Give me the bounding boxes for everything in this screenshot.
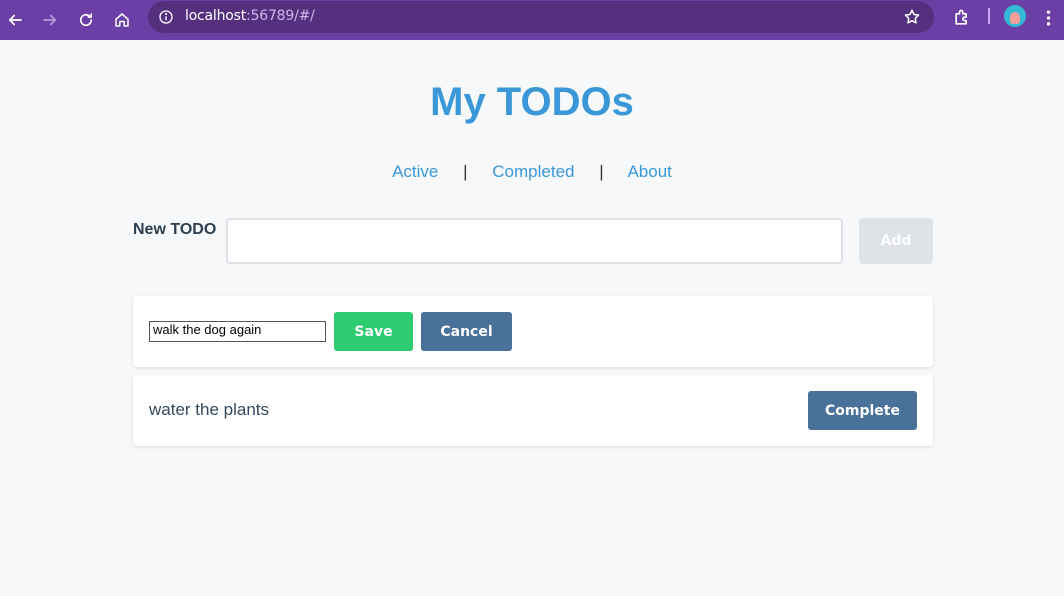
new-todo-input[interactable]	[226, 218, 843, 264]
profile-avatar[interactable]	[1004, 5, 1026, 27]
bookmark-star-icon[interactable]	[902, 7, 922, 27]
toolbar-divider	[988, 8, 990, 24]
url-text: localhost:56789/#/	[185, 8, 315, 24]
url-path: :56789/#/	[246, 8, 315, 24]
todo-item: water the plants Complete	[133, 375, 933, 446]
add-button[interactable]: Add	[859, 218, 933, 264]
new-todo-label: New TODO	[133, 221, 217, 238]
todo-item-editing: walk the dog again Save Cancel	[133, 296, 933, 367]
url-host: localhost	[185, 8, 247, 24]
complete-button[interactable]: Complete	[808, 391, 917, 430]
page-title: My TODOs	[430, 80, 634, 124]
browser-toolbar: localhost:56789/#/	[0, 0, 1064, 40]
avatar-face	[1010, 11, 1020, 24]
menu-dots-icon[interactable]	[1040, 6, 1056, 30]
extensions-icon[interactable]	[950, 6, 974, 30]
nav-link-about[interactable]: About	[627, 162, 671, 181]
main-nav: Active | Completed | About	[0, 162, 1064, 182]
nav-link-completed[interactable]: Completed	[492, 162, 574, 181]
site-info-icon[interactable]	[157, 8, 175, 26]
save-button[interactable]: Save	[334, 312, 413, 351]
edit-todo-input[interactable]: walk the dog again	[149, 321, 326, 342]
back-icon[interactable]	[1, 6, 29, 34]
reload-icon[interactable]	[72, 6, 100, 34]
nav-separator: |	[463, 162, 468, 181]
todo-text: water the plants	[149, 400, 270, 419]
address-bar[interactable]: localhost:56789/#/	[148, 1, 934, 33]
nav-separator: |	[599, 162, 604, 181]
cancel-button[interactable]: Cancel	[421, 312, 512, 351]
forward-icon[interactable]	[36, 6, 64, 34]
home-icon[interactable]	[108, 6, 136, 34]
nav-link-active[interactable]: Active	[392, 162, 438, 181]
